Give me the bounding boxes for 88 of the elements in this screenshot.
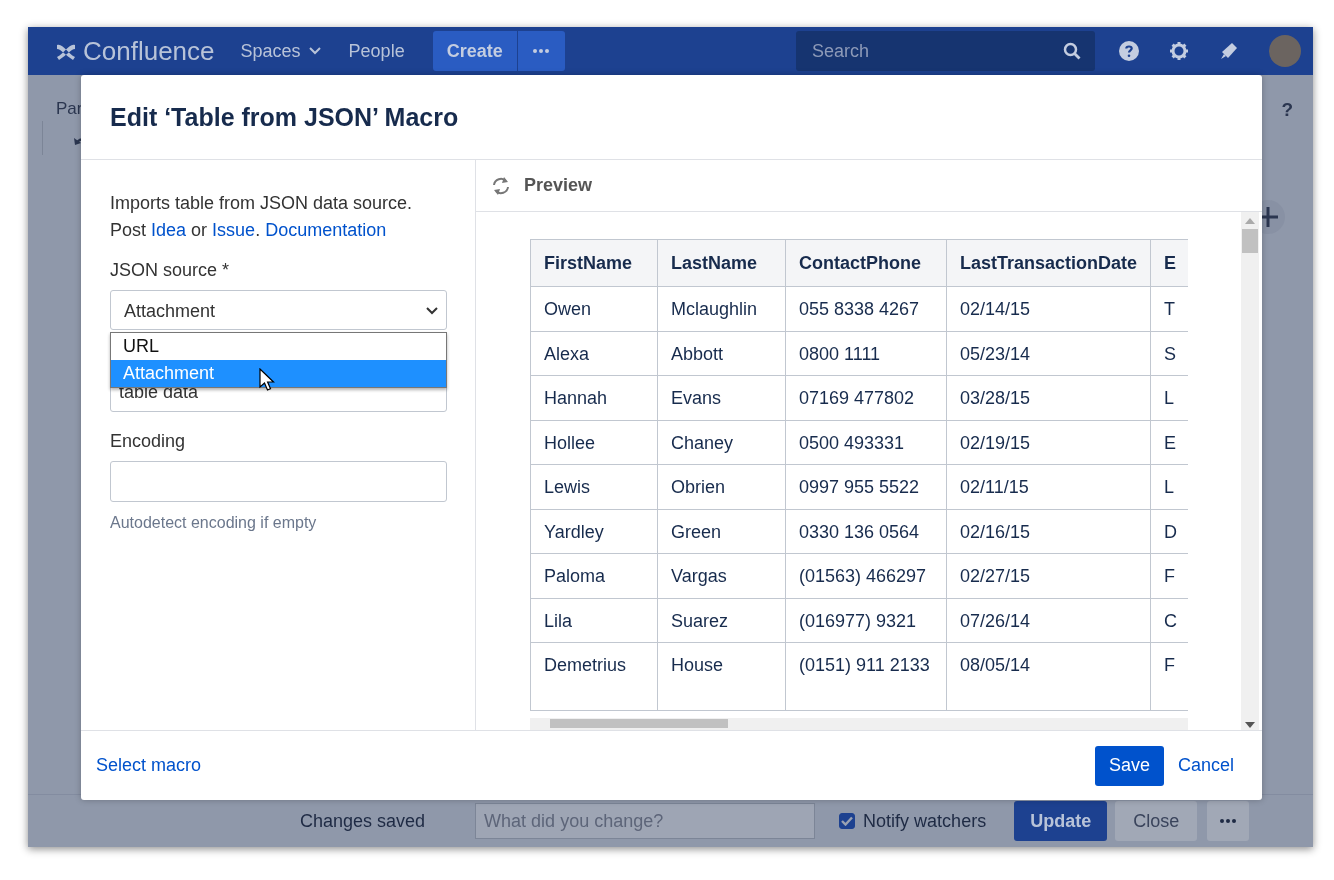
table-cell: Hannah: [530, 375, 658, 420]
save-button[interactable]: Save: [1094, 745, 1164, 786]
table-cell: 03/28/15: [946, 375, 1151, 420]
table-cell: Demetrius: [530, 642, 658, 711]
nav-link[interactable]: People: [348, 40, 405, 62]
refresh-icon[interactable]: [490, 175, 512, 196]
table-cell: 02/11/15: [946, 464, 1151, 509]
table-cell: 0997 955 5522: [785, 464, 947, 509]
search-field[interactable]: Search: [796, 31, 1095, 71]
table-cell: 0800 1111: [785, 331, 947, 376]
field-label: JSON source *: [110, 260, 231, 281]
column-header: ContactPhone: [785, 239, 947, 287]
link[interactable]: Idea: [151, 220, 187, 240]
vertical-scrollbar[interactable]: [1241, 212, 1259, 730]
table-cell: House: [657, 642, 786, 711]
cancel-link[interactable]: Cancel: [1177, 755, 1234, 776]
chevron-down-icon: [426, 307, 438, 315]
table-cell: Abbott: [657, 331, 786, 376]
help-icon[interactable]: [1119, 41, 1139, 61]
more-button[interactable]: [1207, 801, 1250, 841]
table-cell: Lila: [530, 598, 658, 643]
dropdown-option[interactable]: URL: [111, 333, 446, 360]
nav-link[interactable]: Spaces: [240, 40, 321, 62]
help-link[interactable]: ?: [1281, 99, 1293, 121]
table-cell: Mclaughlin: [657, 286, 786, 331]
hint-text: Autodetect encoding if empty: [110, 514, 318, 532]
link[interactable]: Issue: [212, 220, 256, 240]
search-input[interactable]: Search: [810, 39, 1063, 63]
column-header: LastTransactionDate: [946, 239, 1151, 287]
table-cell: 0500 493331: [785, 420, 947, 465]
checkbox-label: Notify watchers: [863, 810, 987, 832]
settings-icon[interactable]: [1169, 41, 1189, 61]
table-cell: 0330 136 0564: [785, 509, 947, 554]
table-cell: 02/16/15: [946, 509, 1151, 554]
table-cell: Paloma: [530, 553, 658, 598]
encoding-field[interactable]: [110, 461, 447, 502]
field-label: Encoding: [110, 431, 187, 452]
ellipsis-icon: [1220, 819, 1237, 823]
close-button[interactable]: Close: [1115, 801, 1198, 841]
source-dropdown[interactable]: Attachment: [110, 290, 447, 330]
column-header: E: [1150, 239, 1189, 287]
breadcrumb-link[interactable]: Par: [56, 99, 83, 121]
comment-field[interactable]: What did you change?: [475, 803, 816, 839]
table-cell: 07/26/14: [946, 598, 1151, 643]
table-cell: Hollee: [530, 420, 658, 465]
table-cell: 08/05/14: [946, 642, 1151, 711]
scrollbar-thumb[interactable]: [1242, 229, 1258, 253]
more-button[interactable]: [516, 31, 565, 71]
table-cell: (01563) 466297: [785, 553, 947, 598]
select-macro-link[interactable]: Select macro: [96, 755, 202, 776]
table-cell: 05/23/14: [946, 331, 1151, 376]
table-cell: Green: [657, 509, 786, 554]
megaphone-icon[interactable]: [1219, 41, 1239, 61]
notify-checkbox[interactable]: [839, 813, 856, 829]
intro-text: Imports table from JSON data source.: [110, 192, 414, 215]
scroll-down-arrow-icon[interactable]: [1245, 722, 1255, 728]
table-cell: Owen: [530, 286, 658, 331]
table-cell: Vargas: [657, 553, 786, 598]
preview-title: Preview: [524, 175, 593, 196]
column-header: LastName: [657, 239, 786, 287]
table-cell: (016977) 9321: [785, 598, 947, 643]
horizontal-scrollbar[interactable]: [530, 718, 1189, 730]
table-cell: Yardley: [530, 509, 658, 554]
table-cell: (0151) 911 2133: [785, 642, 947, 711]
links-text: Post Idea or Issue. Documentation: [110, 219, 388, 242]
table-cell: 055 8338 4267: [785, 286, 947, 331]
search-icon: [1063, 42, 1081, 60]
logo-wordmark[interactable]: Confluence: [83, 35, 215, 67]
update-button[interactable]: Update: [1014, 801, 1108, 841]
table-cell: 02/19/15: [946, 420, 1151, 465]
column-header: FirstName: [530, 239, 658, 287]
table-cell: Chaney: [657, 420, 786, 465]
table-cell: 02/27/15: [946, 553, 1151, 598]
table-cell: Obrien: [657, 464, 786, 509]
table-cell: Alexa: [530, 331, 658, 376]
scroll-up-arrow-icon[interactable]: [1245, 218, 1255, 224]
create-button[interactable]: Create: [432, 31, 517, 71]
dialog-title: Edit ‘Table from JSON’ Macro: [81, 75, 1262, 160]
table-cell: Lewis: [530, 464, 658, 509]
table-cell: Evans: [657, 375, 786, 420]
ellipsis-icon: [533, 49, 550, 53]
save-status: Changes saved: [300, 810, 426, 832]
table-cell: 07169 477802: [785, 375, 947, 420]
table-cell: Suarez: [657, 598, 786, 643]
chevron-down-icon: [308, 47, 321, 55]
scrollbar-thumb[interactable]: [550, 719, 728, 728]
link[interactable]: Documentation: [265, 220, 387, 240]
table-cell: 02/14/15: [946, 286, 1151, 331]
